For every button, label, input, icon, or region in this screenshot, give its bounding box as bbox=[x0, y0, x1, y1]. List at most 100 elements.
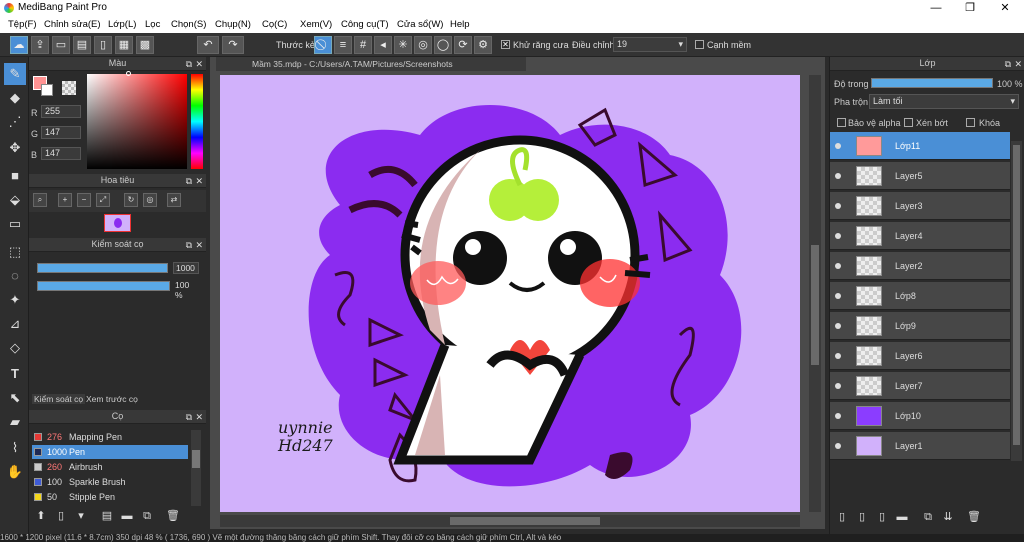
delete-layer-icon[interactable]: 🗑 bbox=[966, 509, 982, 525]
layer-row[interactable]: Layer7 bbox=[830, 372, 1010, 400]
document-tab[interactable]: Mầm 35.mdp - C:/Users/A.TAM/Pictures/Scr… bbox=[216, 57, 526, 71]
operation-tool-icon[interactable]: ⬉ bbox=[4, 387, 26, 409]
redo-icon[interactable]: ↷ bbox=[222, 36, 244, 54]
menu-edit[interactable]: Chỉnh sửa(E) bbox=[44, 19, 101, 30]
grid-ruler-icon[interactable]: # bbox=[354, 36, 372, 54]
symmetry-ruler-icon[interactable]: ⟳ bbox=[454, 36, 472, 54]
duplicate-icon[interactable]: ⧉ bbox=[139, 508, 155, 524]
layer-opacity-slider[interactable] bbox=[871, 78, 993, 88]
duplicate-layer-icon[interactable]: ⧉ bbox=[920, 509, 936, 525]
canvas-vertical-scrollbar[interactable] bbox=[809, 75, 821, 512]
navigator-thumbnail[interactable] bbox=[104, 214, 131, 232]
correction-select[interactable]: 19 ▾ bbox=[613, 37, 687, 52]
close-icon[interactable]: ✕ bbox=[195, 58, 203, 71]
eye-icon[interactable] bbox=[835, 203, 841, 209]
fit-icon[interactable]: ⤢ bbox=[96, 193, 110, 207]
eye-icon[interactable] bbox=[835, 323, 841, 329]
close-icon[interactable]: ✕ bbox=[195, 239, 203, 252]
menu-tools[interactable]: Công cụ(T) bbox=[341, 19, 389, 30]
background-color-swatch[interactable] bbox=[41, 84, 53, 96]
brush-tool-icon[interactable]: ✎ bbox=[4, 63, 26, 85]
perspective-ruler-icon[interactable]: ◂ bbox=[374, 36, 392, 54]
canvas-horizontal-scrollbar[interactable] bbox=[220, 515, 800, 527]
blend-mode-select[interactable]: Làm tối ▾ bbox=[869, 94, 1019, 109]
layer-row[interactable]: Lớp11 bbox=[830, 132, 1010, 160]
settings-icon[interactable]: ⚙ bbox=[474, 36, 492, 54]
brush-item[interactable]: 276 Mapping Pen bbox=[32, 430, 188, 444]
menu-filter[interactable]: Lọc bbox=[145, 19, 160, 30]
tab-brush-preview[interactable]: Xem trước cọ bbox=[86, 394, 138, 404]
page-icon[interactable]: ▯ bbox=[94, 36, 112, 54]
zoom-out-icon[interactable]: − bbox=[77, 193, 91, 207]
brush-item[interactable]: 260 Airbrush bbox=[32, 460, 188, 474]
protect-alpha-checkbox[interactable] bbox=[837, 118, 846, 127]
color-picker-area[interactable] bbox=[87, 74, 187, 169]
bucket-tool-icon[interactable]: ⬙ bbox=[4, 189, 26, 211]
maximize-button[interactable]: ❐ bbox=[953, 0, 987, 16]
rotate-icon[interactable]: ↻ bbox=[124, 193, 138, 207]
comment-icon[interactable]: ▭ bbox=[52, 36, 70, 54]
cloud-icon[interactable]: ☁ bbox=[10, 36, 28, 54]
divide-tool-icon[interactable]: ▰ bbox=[4, 411, 26, 433]
eye-icon[interactable] bbox=[835, 293, 841, 299]
tab-brush-control[interactable]: Kiểm soát cọ bbox=[32, 394, 86, 404]
dot-tool-icon[interactable]: ⋰ bbox=[4, 111, 26, 133]
eye-icon[interactable] bbox=[835, 143, 841, 149]
detach-icon[interactable]: ⧉ bbox=[1005, 58, 1011, 71]
lasso-tool-icon[interactable]: ◌ bbox=[4, 265, 26, 287]
gradient-tool-icon[interactable]: ▭ bbox=[4, 213, 26, 235]
ellipse-ruler-icon[interactable]: ◯ bbox=[434, 36, 452, 54]
close-button[interactable]: ✕ bbox=[988, 0, 1022, 16]
zoom-icon[interactable]: ⌕ bbox=[33, 193, 47, 207]
r-input[interactable]: 255 bbox=[41, 105, 81, 118]
add-brush-icon[interactable]: ⬆ bbox=[33, 508, 49, 524]
brush-item[interactable]: 100 Sparkle Brush bbox=[32, 475, 188, 489]
new-8bit-layer-icon[interactable]: ▯ bbox=[874, 509, 890, 525]
brush-scrollbar[interactable] bbox=[191, 430, 201, 506]
move-tool-icon[interactable]: ✥ bbox=[4, 137, 26, 159]
eye-icon[interactable] bbox=[835, 443, 841, 449]
folder-icon[interactable]: ▬ bbox=[119, 508, 135, 524]
ruler-off-icon[interactable]: ⃠ bbox=[314, 36, 332, 54]
hue-slider[interactable] bbox=[191, 74, 203, 169]
trash-icon[interactable]: 🗑 bbox=[165, 508, 181, 524]
undo-icon[interactable]: ↶ bbox=[197, 36, 219, 54]
layer-folder-icon[interactable]: ▬ bbox=[894, 509, 910, 525]
brush-settings-icon[interactable]: ▤ bbox=[99, 508, 115, 524]
antialias-checkbox[interactable]: ✕ bbox=[501, 40, 510, 49]
menu-brush[interactable]: Cọ(C) bbox=[262, 19, 287, 30]
zoom-in-icon[interactable]: + bbox=[58, 193, 72, 207]
brush-item[interactable]: 50 Stipple Pen bbox=[32, 490, 188, 504]
detach-icon[interactable]: ⧉ bbox=[186, 411, 192, 424]
lock-checkbox[interactable] bbox=[966, 118, 975, 127]
select-pen-icon[interactable]: ⊿ bbox=[4, 313, 26, 335]
concentric-ruler-icon[interactable]: ◎ bbox=[414, 36, 432, 54]
brush-opacity-slider[interactable] bbox=[37, 281, 170, 291]
clipping-checkbox[interactable] bbox=[904, 118, 913, 127]
eye-icon[interactable] bbox=[835, 383, 841, 389]
flip-icon[interactable]: ⇄ bbox=[167, 193, 181, 207]
brush-menu-icon[interactable]: ▾ bbox=[73, 508, 89, 524]
new-layer-icon[interactable]: ▯ bbox=[834, 509, 850, 525]
eraser-tool-icon[interactable]: ◆ bbox=[4, 87, 26, 109]
brush-size-value[interactable]: 1000 bbox=[173, 262, 199, 274]
detach-icon[interactable]: ⧉ bbox=[186, 58, 192, 71]
g-input[interactable]: 147 bbox=[41, 126, 81, 139]
menu-file[interactable]: Tệp(F) bbox=[8, 19, 37, 30]
detach-icon[interactable]: ⧉ bbox=[186, 239, 192, 252]
upload-icon[interactable]: ⇪ bbox=[31, 36, 49, 54]
layer-row[interactable]: Lớp9 bbox=[830, 312, 1010, 340]
eye-icon[interactable] bbox=[835, 263, 841, 269]
layer-row[interactable]: Lớp8 bbox=[830, 282, 1010, 310]
minimize-button[interactable]: — bbox=[919, 0, 953, 16]
close-icon[interactable]: ✕ bbox=[195, 411, 203, 424]
hand-tool-icon[interactable]: ✋ bbox=[4, 461, 26, 483]
brush-size-slider[interactable] bbox=[37, 263, 168, 273]
eye-icon[interactable] bbox=[835, 413, 841, 419]
merge-layer-icon[interactable]: ⇊ bbox=[940, 509, 956, 525]
text-tool-icon[interactable]: T bbox=[4, 363, 26, 385]
menu-view[interactable]: Xem(V) bbox=[300, 19, 332, 30]
shape-tool-icon[interactable]: ■ bbox=[4, 165, 26, 187]
eye-icon[interactable] bbox=[835, 353, 841, 359]
menu-help[interactable]: Help bbox=[450, 19, 470, 30]
